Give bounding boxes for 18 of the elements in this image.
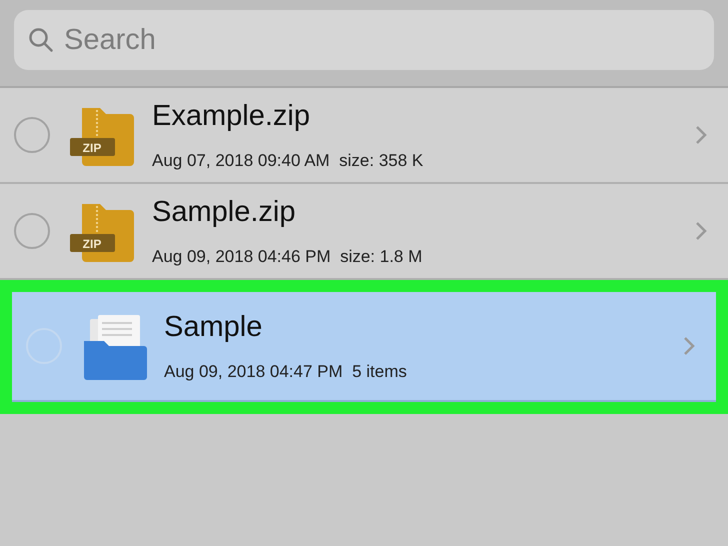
zip-label: ZIP (82, 141, 102, 155)
file-details: Aug 07, 2018 09:40 AM size: 358 K (152, 150, 424, 170)
search-field[interactable]: Search (14, 10, 714, 70)
file-row[interactable]: ZIP Sample.zip Aug 09, 2018 04:46 PM size: 1.8 M (0, 184, 728, 280)
chevron-icon (694, 124, 708, 146)
file-name: Sample (164, 310, 264, 344)
file-details: Aug 09, 2018 04:46 PM size: 1.8 M (152, 246, 424, 266)
file-row[interactable]: Sample Aug 09, 2018 04:47 PM 5 items (12, 292, 716, 402)
file-details: Aug 09, 2018 04:47 PM 5 items (164, 362, 408, 382)
file-name: Example.zip (152, 100, 311, 132)
radio-button[interactable] (14, 213, 50, 249)
file-name: Sample.zip (152, 196, 296, 228)
radio-button[interactable] (14, 117, 50, 153)
file-row[interactable]: ZIP Example.zip Aug 07, 2018 09:40 AM size: 358 K (0, 88, 728, 184)
zip-label: ZIP (82, 237, 102, 251)
chevron-icon (682, 335, 696, 357)
chevron-icon (694, 220, 708, 242)
search-icon (28, 27, 54, 53)
